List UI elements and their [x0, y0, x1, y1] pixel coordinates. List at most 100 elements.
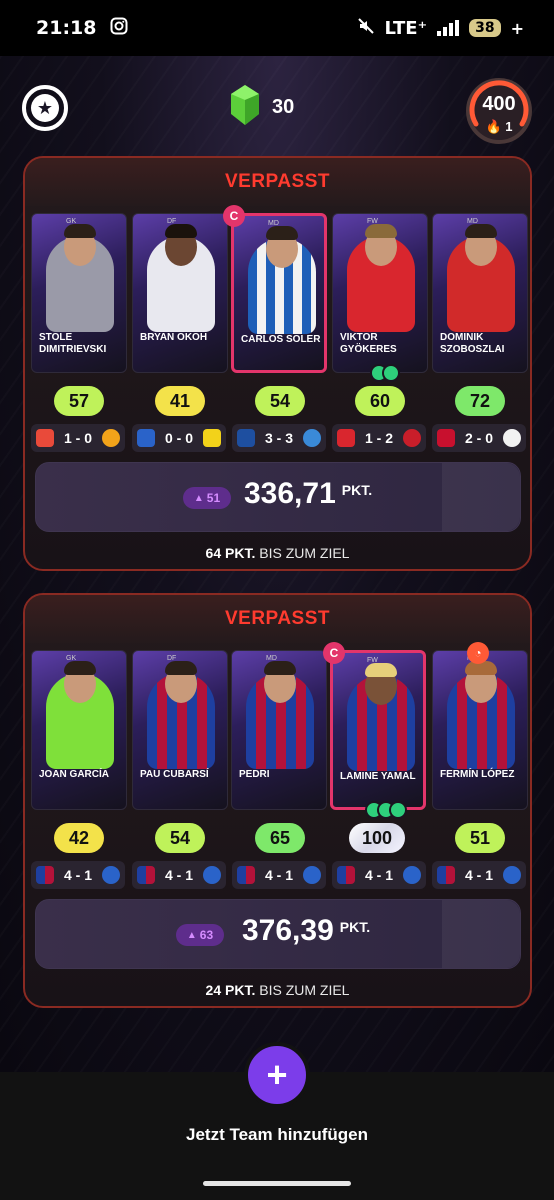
player-score: 51 — [455, 823, 505, 853]
team-crest-icon — [503, 429, 521, 447]
team-crest-icon — [36, 429, 54, 447]
gem-balance[interactable]: 30 — [228, 84, 294, 131]
goal-points: 64 PKT. — [205, 545, 256, 561]
team-crest-icon — [503, 866, 521, 884]
match-result[interactable]: 4 - 1 — [332, 861, 426, 889]
gem-icon — [228, 84, 262, 131]
player-hair — [165, 224, 197, 238]
points-meter[interactable]: 400 🔥 1 — [466, 78, 532, 144]
player-hair — [365, 224, 397, 238]
player-hair — [264, 661, 296, 675]
player-name: PAU CUBARSÍ — [140, 769, 209, 780]
match-score: 3 - 3 — [264, 430, 293, 446]
player-hair — [64, 224, 96, 238]
player-card-captain[interactable]: MD CARLOS SOLER — [231, 213, 327, 373]
player-card[interactable]: MD DOMINIK SZOBOSZLAI — [432, 213, 528, 373]
player-score: 100 — [349, 823, 405, 853]
plus-icon: + — [266, 1054, 288, 1095]
team-crest-icon — [437, 429, 455, 447]
team-crest-icon — [36, 866, 54, 884]
player-card[interactable]: MD PEDRI — [231, 650, 327, 810]
points-unit: PKT. — [339, 919, 371, 935]
player-card[interactable]: DF BRYAN OKOH — [132, 213, 228, 373]
match-result[interactable]: 4 - 1 — [132, 861, 226, 889]
player-card[interactable]: DF PAU CUBARSÍ — [132, 650, 228, 810]
captain-badge: C — [323, 642, 345, 664]
clock-badge-icon: ◔ — [467, 642, 489, 664]
team-crest-icon — [437, 866, 455, 884]
player-card[interactable]: FW VIKTOR GYÖKERES — [332, 213, 428, 373]
team-total-panel: ▲ 63 376,39 PKT. — [35, 899, 521, 969]
add-team-label[interactable]: Jetzt Team hinzufügen — [0, 1125, 554, 1145]
team-crest-icon — [403, 866, 421, 884]
match-score: 4 - 1 — [264, 867, 293, 883]
status-time: 21:18 — [36, 17, 97, 39]
points-change-badge: ▲ 63 — [176, 924, 224, 946]
team-crest-icon — [102, 429, 120, 447]
match-result[interactable]: 0 - 0 — [132, 424, 226, 452]
player-hair — [365, 663, 397, 677]
match-result[interactable]: 1 - 0 — [31, 424, 125, 452]
match-result[interactable]: 4 - 1 — [232, 861, 326, 889]
team-card[interactable]: VERPASST GK JOAN GARCÍA DF PAU CUBARSÍ M… — [23, 593, 532, 1008]
points-change-value: 63 — [199, 928, 214, 942]
team-card[interactable]: VERPASST GK STOLE DIMITRIEVSKI DF BRYAN … — [23, 156, 532, 571]
player-name: PEDRI — [239, 769, 270, 780]
team-crest-icon — [403, 429, 421, 447]
team-crest-icon — [137, 429, 155, 447]
player-card[interactable]: GK STOLE DIMITRIEVSKI — [31, 213, 127, 373]
status-bar: 21:18 LTE⁺ 38 + — [0, 0, 554, 56]
player-name: STOLE DIMITRIEVSKI — [39, 332, 107, 355]
star-icon: ★ — [31, 94, 59, 122]
player-scores: 57 41 54 60 72 — [31, 386, 530, 418]
match-result[interactable]: 4 - 1 — [31, 861, 125, 889]
app-screen: ★ 30 400 🔥 1 VERPASST GK STOLE DIMITRIEV… — [0, 56, 554, 1072]
team-total-points: 336,71 PKT. — [244, 477, 372, 511]
player-score: 54 — [255, 386, 305, 416]
goal-ball-icon — [389, 801, 407, 819]
player-name: JOAN GARCÍA — [39, 769, 110, 780]
match-result[interactable]: 2 - 0 — [432, 424, 526, 452]
points-unit: PKT. — [341, 482, 373, 498]
player-card-captain[interactable]: FW LAMINE YAMAL — [330, 650, 426, 810]
points-value: 400 — [482, 93, 516, 115]
points-change-badge: ▲ 51 — [183, 487, 231, 509]
player-name: FERMÍN LÓPEZ — [440, 769, 515, 780]
player-score: 60 — [355, 386, 405, 416]
player-cards: GK JOAN GARCÍA DF PAU CUBARSÍ MD PEDRI F… — [31, 650, 530, 810]
match-score: 2 - 0 — [464, 430, 493, 446]
match-score: 4 - 1 — [364, 867, 393, 883]
match-score: 1 - 0 — [63, 430, 92, 446]
match-score: 4 - 1 — [63, 867, 92, 883]
captain-badge: C — [223, 205, 245, 227]
star-button[interactable]: ★ — [22, 85, 68, 131]
arrow-up-icon: ▲ — [193, 492, 204, 504]
add-team-button[interactable]: + — [244, 1042, 310, 1108]
gem-count: 30 — [272, 96, 295, 118]
total-value: 336,71 — [244, 477, 336, 510]
player-hair — [64, 661, 96, 675]
match-result[interactable]: 1 - 2 — [332, 424, 426, 452]
match-result[interactable]: 4 - 1 — [432, 861, 526, 889]
team-crest-icon — [337, 866, 355, 884]
match-results: 1 - 0 0 - 0 3 - 3 1 - 2 2 - 0 — [31, 424, 530, 454]
match-result[interactable]: 3 - 3 — [232, 424, 326, 452]
team-total-points: 376,39 PKT. — [242, 914, 370, 948]
team-crest-icon — [237, 866, 255, 884]
player-hair — [465, 224, 497, 238]
team-crest-icon — [237, 429, 255, 447]
player-hair — [165, 661, 197, 675]
player-card[interactable]: GK JOAN GARCÍA — [31, 650, 127, 810]
player-name: LAMINE YAMAL — [340, 771, 416, 782]
goal-ball-icon — [382, 364, 400, 382]
home-indicator[interactable] — [203, 1181, 351, 1186]
streak-value: 1 — [505, 119, 513, 134]
player-scores: 42 54 65 100 51 — [31, 823, 530, 855]
player-card[interactable]: MD FERMÍN LÓPEZ — [432, 650, 528, 810]
player-score: 65 — [255, 823, 305, 853]
player-score: 42 — [54, 823, 104, 853]
goal-text: BIS ZUM ZIEL — [259, 982, 350, 998]
match-score: 4 - 1 — [164, 867, 193, 883]
player-hair — [266, 226, 298, 240]
goal-points: 24 PKT. — [205, 982, 256, 998]
